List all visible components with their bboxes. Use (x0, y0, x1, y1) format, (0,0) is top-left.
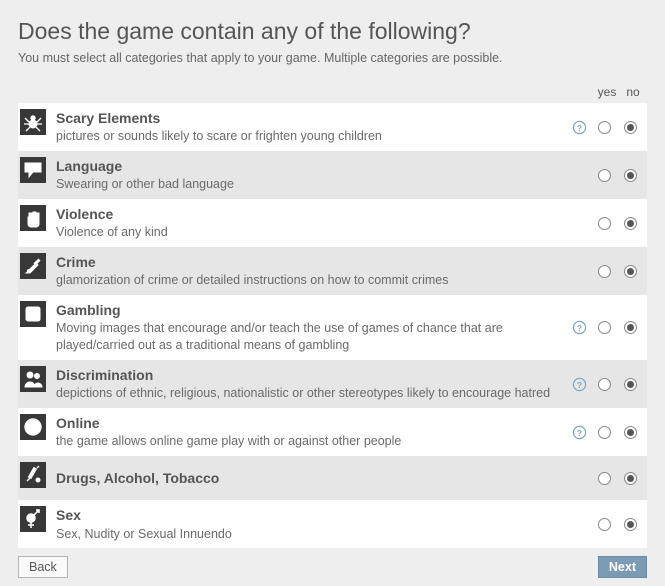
spider-icon (20, 109, 46, 135)
radio-yes[interactable] (598, 472, 611, 485)
radio-no[interactable] (624, 169, 637, 182)
people-icon (20, 366, 46, 392)
back-button[interactable]: Back (18, 556, 68, 578)
category-text: ViolenceViolence of any kind (56, 205, 567, 241)
category-text: Discriminationdepictions of ethnic, reli… (56, 366, 567, 402)
category-text: Sex Sex, Nudity or Sexual Innuendo (56, 506, 567, 542)
radio-yes[interactable] (598, 321, 611, 334)
col-no-label: no (620, 85, 646, 99)
category-description: the game allows online game play with or… (56, 433, 559, 450)
help-icon[interactable]: ? (572, 377, 587, 392)
category-title: Sex (56, 506, 559, 524)
category-description: Sex, Nudity or Sexual Innuendo (56, 526, 559, 543)
category-description: glamorization of crime or detailed instr… (56, 272, 559, 289)
category-title: Violence (56, 205, 559, 223)
help-icon[interactable]: ? (572, 320, 587, 335)
radio-no[interactable] (624, 472, 637, 485)
category-controls (567, 472, 643, 485)
speech-icon: @! (20, 157, 46, 183)
next-button[interactable]: Next (598, 556, 647, 578)
category-list: Scary Elementspictures or sounds likely … (18, 103, 647, 548)
svg-text:?: ? (576, 122, 581, 132)
radio-no[interactable] (624, 378, 637, 391)
category-title: Scary Elements (56, 109, 559, 127)
category-controls (567, 169, 643, 182)
category-description: Violence of any kind (56, 224, 559, 241)
radio-yes[interactable] (598, 426, 611, 439)
category-text: Crimeglamorization of crime or detailed … (56, 253, 567, 289)
category-description: pictures or sounds likely to scare or fr… (56, 128, 559, 145)
category-controls: ? (567, 120, 643, 135)
syringe-icon (20, 462, 46, 488)
svg-text:?: ? (576, 428, 581, 438)
svg-text:@!: @! (28, 163, 38, 172)
category-description: Moving images that encourage and/or teac… (56, 320, 559, 354)
svg-text:?: ? (576, 380, 581, 390)
category-controls: ? (567, 425, 643, 440)
svg-text:?: ? (576, 323, 581, 333)
category-text: LanguageSwearing or other bad language (56, 157, 567, 193)
column-headers: yes no (18, 85, 647, 99)
category-title: Drugs, Alcohol, Tobacco (56, 469, 559, 487)
category-description: depictions of ethnic, religious, nationa… (56, 385, 559, 402)
radio-no[interactable] (624, 321, 637, 334)
category-row: Discriminationdepictions of ethnic, reli… (18, 360, 647, 408)
radio-no[interactable] (624, 265, 637, 278)
help-icon[interactable]: ? (572, 120, 587, 135)
category-controls: ? (567, 377, 643, 392)
radio-no[interactable] (624, 518, 637, 531)
radio-yes[interactable] (598, 217, 611, 230)
col-yes-label: yes (594, 85, 620, 99)
page-subtitle: You must select all categories that appl… (18, 51, 647, 65)
radio-yes[interactable] (598, 169, 611, 182)
category-controls (567, 518, 643, 531)
page-title: Does the game contain any of the followi… (18, 18, 647, 45)
gender-icon (20, 506, 46, 532)
category-row: Drugs, Alcohol, Tobacco (18, 456, 647, 500)
category-title: Language (56, 157, 559, 175)
radio-no[interactable] (624, 121, 637, 134)
category-text: GamblingMoving images that encourage and… (56, 301, 567, 354)
knife-icon (20, 253, 46, 279)
category-title: Crime (56, 253, 559, 271)
radio-no[interactable] (624, 217, 637, 230)
category-row: GamblingMoving images that encourage and… (18, 295, 647, 360)
help-icon[interactable]: ? (572, 425, 587, 440)
category-row: @! LanguageSwearing or other bad language (18, 151, 647, 199)
category-title: Online (56, 414, 559, 432)
category-text: Scary Elementspictures or sounds likely … (56, 109, 567, 145)
category-title: Discrimination (56, 366, 559, 384)
category-controls (567, 217, 643, 230)
radio-no[interactable] (624, 426, 637, 439)
globe-icon (20, 414, 46, 440)
category-controls (567, 265, 643, 278)
footer: Back Next (18, 556, 647, 578)
category-text: Onlinethe game allows online game play w… (56, 414, 567, 450)
radio-yes[interactable] (598, 378, 611, 391)
category-description: Swearing or other bad language (56, 176, 559, 193)
radio-yes[interactable] (598, 265, 611, 278)
fist-icon (20, 205, 46, 231)
radio-yes[interactable] (598, 518, 611, 531)
category-row: Scary Elementspictures or sounds likely … (18, 103, 647, 151)
category-title: Gambling (56, 301, 559, 319)
category-row: ViolenceViolence of any kind (18, 199, 647, 247)
category-row: Sex Sex, Nudity or Sexual Innuendo (18, 500, 647, 548)
radio-yes[interactable] (598, 121, 611, 134)
category-text: Drugs, Alcohol, Tobacco (56, 469, 567, 487)
category-row: Crimeglamorization of crime or detailed … (18, 247, 647, 295)
category-controls: ? (567, 320, 643, 335)
category-row: Onlinethe game allows online game play w… (18, 408, 647, 456)
dice-icon (20, 301, 46, 327)
